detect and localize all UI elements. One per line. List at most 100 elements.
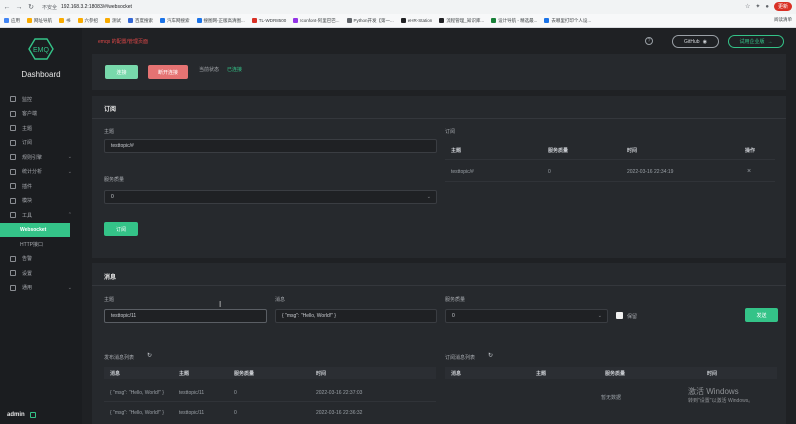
bookmark-item[interactable]: 流程管理_知识库... bbox=[439, 18, 484, 24]
sidebar-item-monitor[interactable]: 监控 bbox=[0, 92, 82, 107]
sidebar-item-modules[interactable]: 模块 bbox=[0, 194, 82, 209]
msg-qos-select[interactable]: 0 ⌄ bbox=[445, 309, 608, 323]
bookmark-item[interactable]: 百度搜索 bbox=[128, 18, 153, 24]
clients-icon bbox=[10, 110, 16, 117]
sidebar-item-tools[interactable]: 工具 ⌃ bbox=[0, 208, 82, 223]
refresh-icon[interactable]: ↻ bbox=[488, 352, 493, 359]
sidebar-item-http-api[interactable]: HTTP接口 bbox=[0, 237, 82, 252]
sidebar-item-rule-engine[interactable]: 规则引擎 ⌄ bbox=[0, 150, 82, 165]
column-header: 服务质量 bbox=[234, 371, 255, 377]
column-header: 服务质量 bbox=[548, 148, 569, 154]
pub-row-time: 2022-03-16 22:36:32 bbox=[316, 410, 363, 416]
sub-row-time: 2022-03-16 22:34:19 bbox=[627, 169, 674, 175]
message-section-title: 消息 bbox=[104, 275, 117, 281]
bookmark-item[interactable]: 测试 bbox=[105, 18, 121, 24]
apps-icon bbox=[4, 18, 9, 23]
bookmark-item[interactable]: 六参招 bbox=[77, 18, 98, 24]
chevron-down-icon: ⌄ bbox=[67, 154, 72, 161]
address-bar[interactable]: 192.168.3.2:18083/#/websocket bbox=[61, 4, 132, 10]
sidebar-item-websocket[interactable]: Websocket bbox=[0, 222, 70, 237]
pub-row-qos: 0 bbox=[234, 410, 237, 416]
pub-row-qos: 0 bbox=[234, 390, 237, 396]
bookmark-item[interactable]: 网址导航 bbox=[27, 18, 52, 24]
sidebar-menu: 监控 客户端 主题 订阅 规则引擎 ⌄ 统计分析 ⌄ 插件 模块 工具 ⌃ Webso… bbox=[0, 92, 82, 295]
try-enterprise-button[interactable]: 试用企业版 → bbox=[728, 35, 784, 48]
logout-icon[interactable] bbox=[29, 412, 36, 418]
site-icon bbox=[439, 18, 445, 23]
site-icon bbox=[160, 18, 165, 23]
extensions-icon[interactable]: ✦ bbox=[755, 3, 760, 10]
star-icon[interactable]: ☆ bbox=[745, 3, 750, 10]
windows-activation-watermark: 激活 Windows bbox=[688, 387, 739, 396]
column-header: 时间 bbox=[627, 148, 638, 154]
app-title: Dashboard bbox=[21, 70, 61, 79]
chevron-down-icon: ⌄ bbox=[597, 313, 602, 319]
row-divider bbox=[445, 181, 775, 182]
received-list-title: 订阅消息列表 bbox=[445, 355, 476, 361]
sub-row-topic: testtopic/# bbox=[451, 169, 474, 175]
disconnect-button[interactable]: 断开连接 bbox=[148, 65, 188, 79]
sidebar: EMQ Dashboard 监控 客户端 主题 订阅 规则引擎 ⌄ 统计分析 ⌄ 插… bbox=[0, 28, 82, 424]
sidebar-item-analysis[interactable]: 统计分析 ⌄ bbox=[0, 165, 82, 180]
site-icon bbox=[544, 18, 550, 23]
pub-row-time: 2022-03-16 22:37:03 bbox=[316, 390, 363, 396]
bookmark-item[interactable]: 汽车网搜索 bbox=[160, 18, 190, 24]
divider bbox=[92, 285, 786, 286]
github-button[interactable]: GitHub ◉ bbox=[672, 35, 719, 48]
connect-button[interactable]: 连接 bbox=[105, 65, 138, 79]
sidebar-item-clients[interactable]: 客户端 bbox=[0, 107, 82, 122]
sidebar-item-topics[interactable]: 主题 bbox=[0, 121, 82, 136]
forward-icon[interactable]: → bbox=[14, 4, 24, 11]
reload-icon[interactable]: ↻ bbox=[26, 3, 36, 11]
insecure-badge[interactable]: 不安全 bbox=[42, 4, 57, 11]
logo-text: EMQ bbox=[33, 47, 50, 54]
sidebar-item-plugins[interactable]: 插件 bbox=[0, 179, 82, 194]
pub-row-topic: testtopic/11 bbox=[179, 390, 205, 396]
update-button[interactable]: 更新 bbox=[773, 2, 792, 11]
reading-list[interactable]: 阅读清单 bbox=[774, 17, 792, 23]
bookmark-item[interactable]: 设计导航 - 精选最... bbox=[491, 18, 537, 24]
column-header: 操作 bbox=[745, 148, 756, 154]
pub-row-msg: { "msg": "Hello, World!" } bbox=[110, 410, 164, 416]
retain-checkbox[interactable] bbox=[616, 312, 623, 319]
help-icon[interactable]: ? bbox=[645, 37, 653, 45]
bookmark-item[interactable]: 书 bbox=[59, 18, 71, 24]
sidebar-item-settings[interactable]: 设置 bbox=[0, 266, 82, 281]
bookmark-item[interactable]: 应用 bbox=[4, 18, 20, 24]
bookmark-item[interactable]: Python开发【第一... bbox=[346, 18, 394, 24]
arrow-right-icon: → bbox=[767, 38, 773, 45]
analysis-icon bbox=[10, 168, 16, 175]
site-icon bbox=[400, 18, 406, 23]
chevron-up-icon: ⌃ bbox=[67, 212, 72, 219]
unsubscribe-icon[interactable]: × bbox=[747, 168, 751, 175]
topics-icon bbox=[10, 125, 16, 132]
refresh-icon[interactable]: ↻ bbox=[147, 352, 152, 359]
column-header: 消息 bbox=[110, 371, 121, 377]
text-cursor-icon: I bbox=[219, 300, 222, 309]
back-icon[interactable]: ← bbox=[2, 4, 12, 11]
bookmark-item[interactable]: TL-WDR8500 bbox=[251, 18, 286, 23]
msg-topic-input[interactable]: testtopic/11 bbox=[104, 309, 267, 323]
msg-topic-label: 主题 bbox=[104, 297, 115, 303]
bookmark-item[interactable]: eHR-Station bbox=[400, 18, 432, 23]
sidebar-item-alarms[interactable]: 告警 bbox=[0, 252, 82, 267]
sidebar-item-general[interactable]: 通用 ⌄ bbox=[0, 281, 82, 296]
column-header: 主题 bbox=[179, 371, 190, 377]
bookmark-item[interactable]: 搜图网-正版高清图... bbox=[196, 18, 245, 24]
divider bbox=[92, 118, 786, 119]
sub-topic-input[interactable]: testtopic/# bbox=[104, 139, 437, 153]
site-icon bbox=[293, 18, 299, 23]
modules-icon bbox=[10, 197, 16, 204]
profile-icon[interactable]: ● bbox=[765, 4, 769, 10]
site-icon bbox=[251, 18, 257, 23]
user-menu[interactable]: admin bbox=[7, 412, 36, 418]
sidebar-item-subscriptions[interactable]: 订阅 bbox=[0, 136, 82, 151]
subscribe-button[interactable]: 订阅 bbox=[104, 222, 138, 236]
msg-payload-input[interactable]: { "msg": "Hello, World!" } bbox=[275, 309, 437, 323]
bookmark-item[interactable]: 去哪里打印个人设... bbox=[544, 18, 591, 24]
status-badge: 已连接 bbox=[227, 67, 243, 73]
send-button[interactable]: 发送 bbox=[745, 308, 778, 322]
chevron-down-icon: ⌄ bbox=[67, 284, 72, 291]
bookmark-item[interactable]: Iconfont-阿里巴巴... bbox=[293, 18, 340, 24]
sub-qos-select[interactable]: 0 ⌄ bbox=[104, 190, 437, 204]
